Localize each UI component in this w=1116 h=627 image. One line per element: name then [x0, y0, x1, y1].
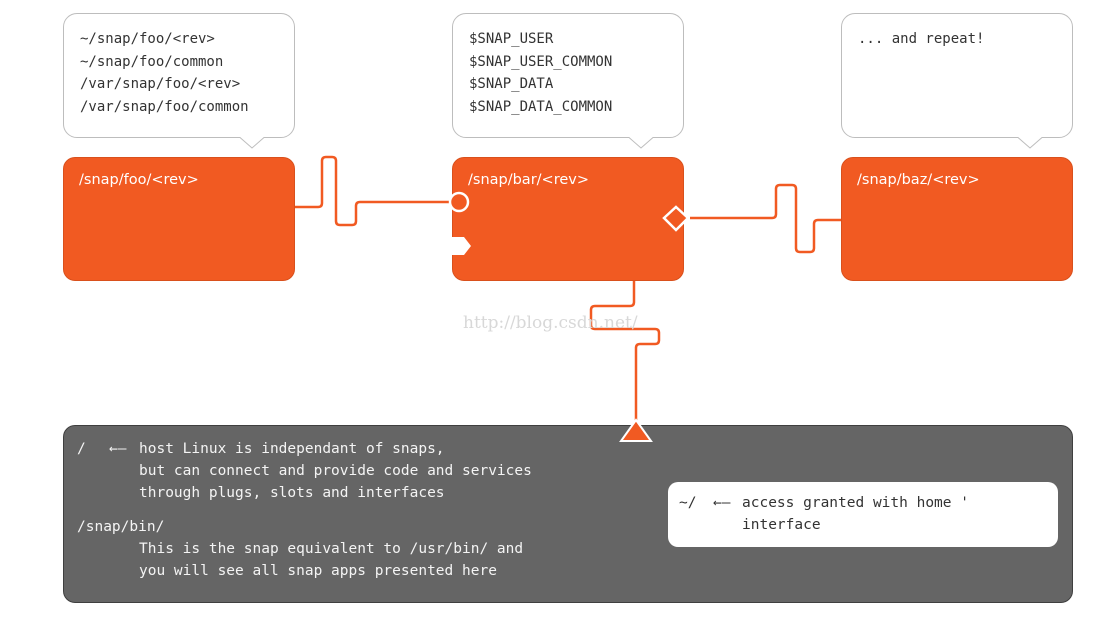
- hexagon-slot-icon: [452, 237, 471, 255]
- diamond-slot-icon: [662, 205, 690, 232]
- plug-circle-icon: [448, 191, 470, 213]
- triangle-plug-icon: [619, 418, 653, 442]
- watermark: http://blog.csdn.net/: [463, 313, 638, 333]
